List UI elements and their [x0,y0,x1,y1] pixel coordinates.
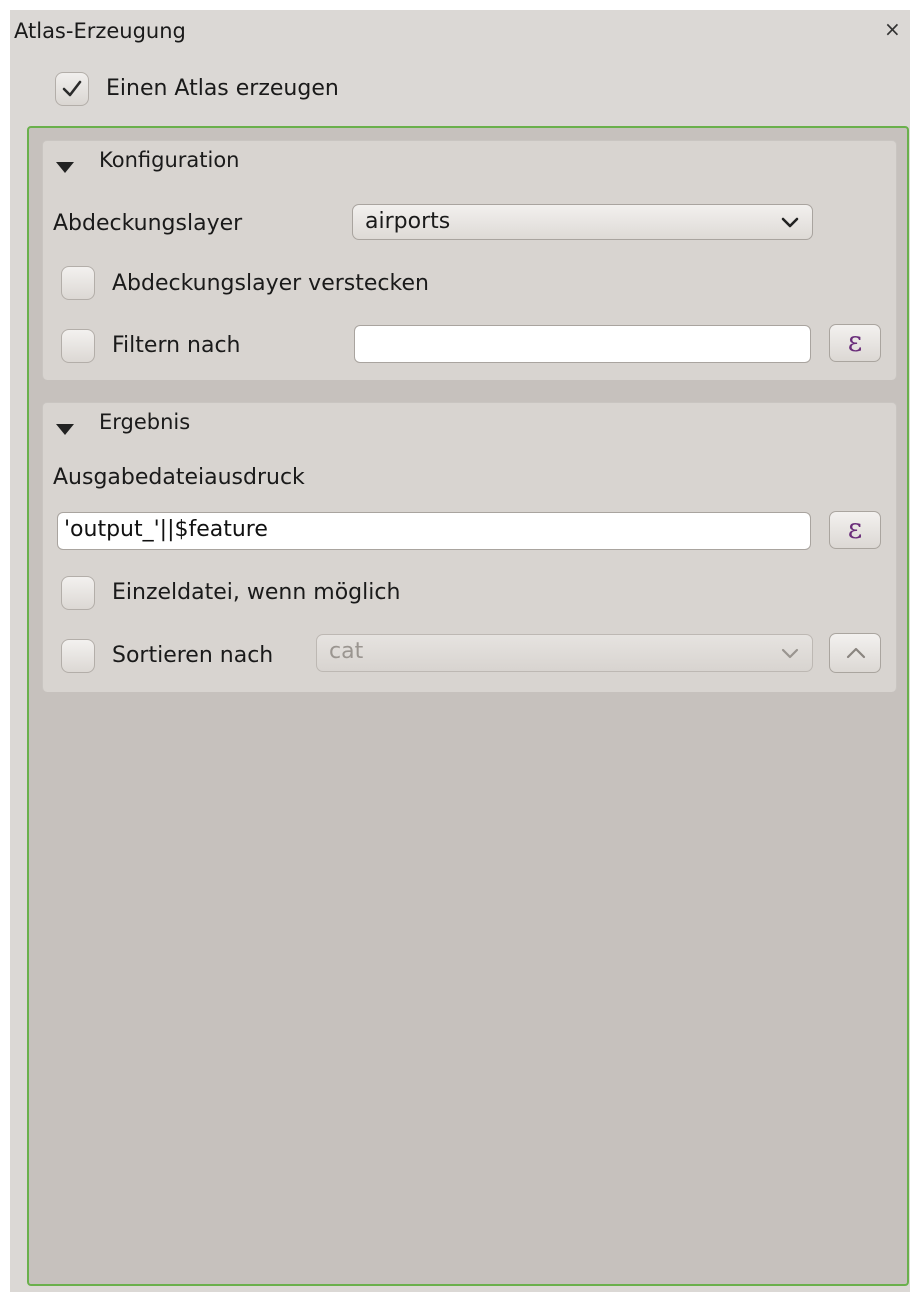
sort-by-label: Sortieren nach [112,643,274,668]
hide-coverage-layer-label: Abdeckungslayer verstecken [112,271,429,296]
filter-expression-input[interactable] [354,325,811,363]
close-icon[interactable]: × [884,19,901,39]
single-file-checkbox[interactable] [61,576,95,610]
filename-expression-input[interactable]: 'output_'||$feature [57,512,811,550]
collapse-triangle-icon[interactable] [56,424,74,435]
single-file-label: Einzeldatei, wenn möglich [112,580,401,605]
sort-order-button[interactable] [829,633,881,673]
generate-atlas-checkbox[interactable] [55,72,89,106]
sort-by-select[interactable]: cat [316,634,813,672]
coverage-layer-select[interactable]: airports [352,204,813,240]
checkmark-icon [62,80,82,97]
hide-coverage-layer-checkbox[interactable] [61,266,95,300]
filter-by-label: Filtern nach [112,333,241,358]
collapse-triangle-icon[interactable] [56,162,74,173]
chevron-up-icon [846,647,866,659]
sort-by-value: cat [329,639,364,664]
filter-by-checkbox[interactable] [61,329,95,363]
panel-title: Atlas-Erzeugung [14,19,186,43]
epsilon-expression-icon[interactable]: ε [829,324,881,362]
filename-expression-label: Ausgabedateiausdruck [53,465,305,490]
output-title[interactable]: Ergebnis [99,410,190,434]
sort-by-checkbox[interactable] [61,639,95,673]
coverage-layer-value: airports [365,209,451,234]
epsilon-expression-icon[interactable]: ε [829,511,881,549]
generate-atlas-label: Einen Atlas erzeugen [106,76,339,101]
chevron-down-icon [781,648,799,659]
coverage-layer-label: Abdeckungslayer [53,211,243,236]
configuration-title[interactable]: Konfiguration [99,148,239,172]
chevron-down-icon [781,217,799,228]
